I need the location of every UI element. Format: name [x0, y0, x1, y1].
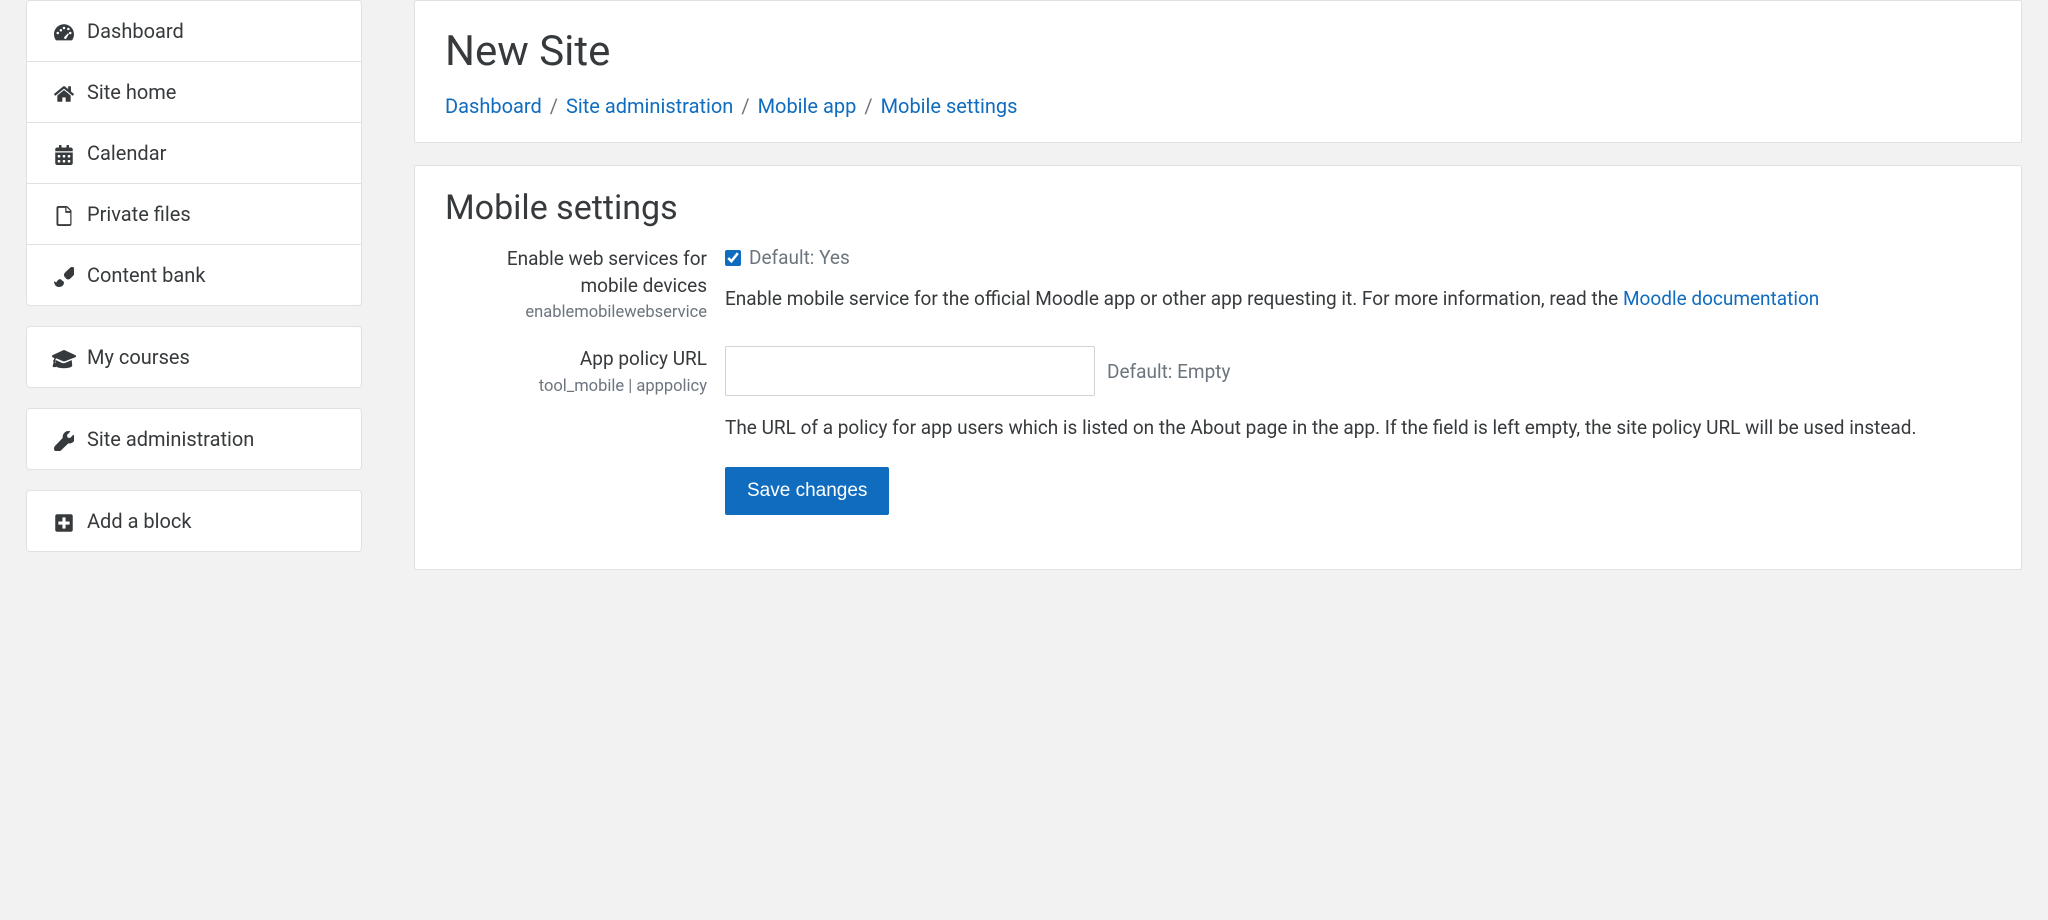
graduation-icon	[51, 345, 77, 369]
setting-app-policy: App policy URL tool_mobile | apppolicy D…	[445, 346, 1991, 443]
default-text: Default: Empty	[1107, 360, 1230, 383]
nav-item-my-courses[interactable]: My courses	[27, 327, 361, 387]
setting-label-col: App policy URL tool_mobile | apppolicy	[445, 346, 725, 443]
nav-item-site-administration[interactable]: Site administration	[27, 409, 361, 469]
moodle-docs-link[interactable]: Moodle documentation	[1623, 287, 1819, 310]
setting-desc: The URL of a policy for app users which …	[725, 414, 1991, 443]
nav-item-calendar[interactable]: Calendar	[27, 123, 361, 184]
save-changes-button[interactable]: Save changes	[725, 467, 889, 515]
breadcrumb-sep: /	[741, 94, 749, 118]
checkbox-line: Default: Yes	[725, 246, 1991, 269]
file-icon	[51, 202, 77, 226]
plus-square-icon	[51, 509, 77, 533]
text-input-line: Default: Empty	[725, 346, 1991, 396]
breadcrumb-sep: /	[550, 94, 558, 118]
setting-label: Enable web services for mobile devices	[445, 246, 707, 299]
nav-item-add-block[interactable]: Add a block	[27, 491, 361, 551]
nav-item-site-home[interactable]: Site home	[27, 62, 361, 123]
nav-label: Add a block	[87, 509, 192, 533]
nav-label: Site administration	[87, 427, 254, 451]
setting-desc: Enable mobile service for the official M…	[725, 285, 1991, 314]
nav-label: Dashboard	[87, 19, 184, 43]
setting-sublabel: tool_mobile | apppolicy	[445, 377, 707, 396]
breadcrumb-site-admin[interactable]: Site administration	[566, 94, 733, 118]
enable-ws-checkbox[interactable]	[725, 250, 741, 266]
desc-text: Enable mobile service for the official M…	[725, 287, 1623, 310]
nav-item-private-files[interactable]: Private files	[27, 184, 361, 245]
nav-item-content-bank[interactable]: Content bank	[27, 245, 361, 305]
settings-card: Mobile settings Enable web services for …	[414, 165, 2022, 570]
settings-title: Mobile settings	[445, 188, 1991, 228]
setting-label-col: Enable web services for mobile devices e…	[445, 246, 725, 322]
default-text: Default: Yes	[749, 246, 850, 269]
nav-item-dashboard[interactable]: Dashboard	[27, 1, 361, 62]
setting-input-col: Default: Yes Enable mobile service for t…	[725, 246, 1991, 322]
setting-actions: Save changes	[445, 467, 1991, 515]
nav-label: Calendar	[87, 141, 166, 165]
nav-group-courses: My courses	[26, 326, 362, 388]
brush-icon	[51, 263, 77, 287]
nav-group-admin: Site administration	[26, 408, 362, 470]
setting-sublabel: enablemobilewebservice	[445, 303, 707, 322]
nav-group-main: Dashboard Site home Calendar Private fil…	[26, 0, 362, 306]
sidebar: Dashboard Site home Calendar Private fil…	[0, 0, 388, 920]
breadcrumb-mobile-app[interactable]: Mobile app	[758, 94, 857, 118]
breadcrumb-mobile-settings[interactable]: Mobile settings	[881, 94, 1018, 118]
calendar-icon	[51, 141, 77, 165]
setting-input-col: Save changes	[725, 467, 1991, 515]
app-policy-input[interactable]	[725, 346, 1095, 396]
wrench-icon	[51, 427, 77, 451]
dashboard-icon	[51, 19, 77, 43]
breadcrumb: Dashboard / Site administration / Mobile…	[445, 94, 1991, 130]
setting-input-col: Default: Empty The URL of a policy for a…	[725, 346, 1991, 443]
nav-label: My courses	[87, 345, 190, 369]
header-card: New Site Dashboard / Site administration…	[414, 0, 2022, 143]
nav-label: Content bank	[87, 263, 205, 287]
setting-enable-ws: Enable web services for mobile devices e…	[445, 246, 1991, 322]
nav-label: Private files	[87, 202, 191, 226]
breadcrumb-dashboard[interactable]: Dashboard	[445, 94, 542, 118]
nav-label: Site home	[87, 80, 176, 104]
page-title: New Site	[445, 27, 1991, 76]
nav-group-block: Add a block	[26, 490, 362, 552]
breadcrumb-sep: /	[864, 94, 872, 118]
home-icon	[51, 80, 77, 104]
setting-label-col	[445, 467, 725, 515]
setting-label: App policy URL	[445, 346, 707, 373]
main-content: New Site Dashboard / Site administration…	[388, 0, 2048, 920]
